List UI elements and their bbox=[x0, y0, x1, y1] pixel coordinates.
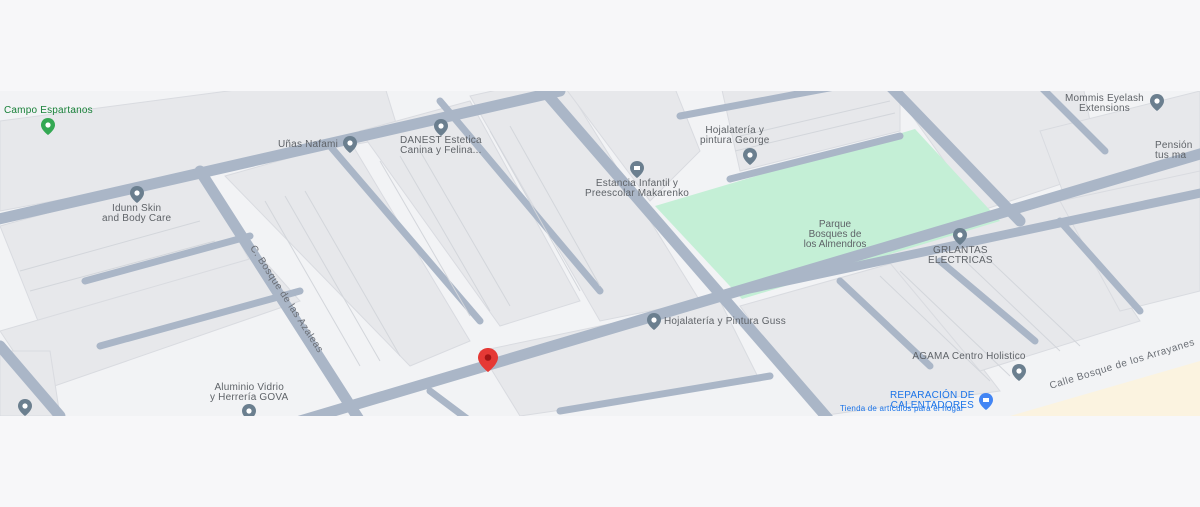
poi-mommis-eyelash[interactable]: Mommis Eyelash Extensions bbox=[1065, 94, 1164, 114]
poi-hojalateria-guss[interactable]: Hojalatería y Pintura Guss bbox=[647, 313, 786, 330]
gray-pin-icon bbox=[1012, 364, 1026, 381]
gray-pin-icon bbox=[953, 228, 968, 245]
poi-campo-espartanos[interactable]: Campo Espartanos bbox=[4, 106, 93, 135]
gray-pin-icon[interactable] bbox=[18, 399, 32, 416]
poi-agama[interactable]: AGAMA Centro Holistico bbox=[912, 352, 1026, 381]
gray-pin-icon bbox=[242, 404, 257, 416]
poi-estancia-makarenko[interactable]: Estancia Infantil y Preescolar Makarenko bbox=[585, 161, 689, 199]
blue-store-icon bbox=[978, 392, 993, 410]
poi-tienda-hogar-caption: Tienda de artículos para el hogar bbox=[840, 404, 964, 413]
gray-pin-icon bbox=[647, 313, 661, 330]
gray-pin-icon bbox=[343, 136, 357, 153]
poi-danest[interactable]: DANEST Estetica Canina y Felina... bbox=[400, 119, 482, 156]
gray-pin-icon bbox=[433, 119, 448, 136]
green-pin-icon bbox=[41, 118, 56, 135]
poi-idunn-skin[interactable]: Idunn Skin and Body Care bbox=[102, 186, 171, 224]
map-view[interactable]: C. Bosque de las Azaleas Calle Bosque de… bbox=[0, 91, 1200, 416]
poi-pension[interactable]: Pensión tus ma bbox=[1155, 141, 1193, 161]
gray-pin-icon bbox=[1149, 94, 1164, 111]
gray-pin-icon bbox=[742, 148, 757, 165]
poi-grlantas-electricas[interactable]: GRLANTAS ELECTRICAS bbox=[928, 228, 993, 266]
poi-hojalateria-george[interactable]: Hojalatería y pintura George bbox=[700, 126, 770, 165]
park-label: Parque Bosques de los Almendros bbox=[803, 219, 867, 250]
gray-pin-icon bbox=[129, 186, 144, 203]
red-location-pin-icon[interactable] bbox=[478, 348, 498, 372]
poi-aluminio-gova[interactable]: Aluminio Vidrio y Herrería GOVA bbox=[210, 383, 288, 416]
poi-unas-nafami[interactable]: Uñas Nafami bbox=[278, 136, 357, 153]
school-pin-icon bbox=[630, 161, 645, 178]
